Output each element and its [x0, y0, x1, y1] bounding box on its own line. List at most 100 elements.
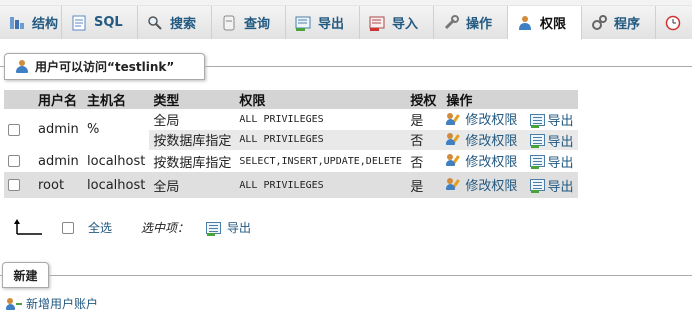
- user-icon: [517, 15, 533, 31]
- table-row: root localhost 全局 ALL PRIVILEGES 是 修改权限 …: [4, 172, 579, 198]
- tab-structure[interactable]: 结构: [0, 6, 62, 39]
- tab-search[interactable]: 搜索: [138, 6, 212, 39]
- tab-routines[interactable]: 程序: [582, 6, 656, 39]
- cell-host: localhost: [83, 150, 150, 172]
- cell-privileges: ALL PRIVILEGES: [235, 172, 407, 198]
- edit-user-icon: [446, 132, 462, 146]
- cell-grant: 是: [406, 109, 443, 130]
- edit-privileges-link[interactable]: 修改权限: [446, 130, 517, 149]
- export-icon: [529, 155, 545, 170]
- row-checkbox[interactable]: [8, 179, 20, 191]
- row-checkbox-cell: [4, 150, 34, 172]
- cell-actions: 修改权限 导出: [442, 172, 579, 198]
- cell-type: 全局: [149, 109, 236, 130]
- cell-user: root: [34, 172, 83, 198]
- export-link[interactable]: 导出: [529, 152, 574, 171]
- section-title: 用户可以访问“testlink”: [35, 60, 175, 74]
- clock-icon: [665, 15, 681, 31]
- cell-actions: 修改权限 导出: [442, 129, 579, 150]
- edit-user-icon: [446, 177, 462, 191]
- add-user-icon: [6, 297, 22, 311]
- add-user-label[interactable]: 新增用户账户: [26, 295, 98, 312]
- sql-icon: [71, 15, 87, 31]
- query-icon: [221, 15, 237, 31]
- cell-type: 按数据库指定: [149, 150, 236, 172]
- tab-label: 导出: [318, 17, 345, 32]
- cell-user: admin: [34, 109, 83, 150]
- row-checkbox[interactable]: [8, 155, 20, 167]
- table-row: admin % 全局 ALL PRIVILEGES 是 修改权限 导出: [4, 109, 579, 150]
- select-all-label[interactable]: 全选: [88, 219, 112, 236]
- tab-label: 查询: [244, 17, 271, 32]
- wrench-icon: [443, 14, 459, 31]
- tab-privileges[interactable]: 权限: [508, 6, 582, 40]
- section-legend: 用户可以访问“testlink”: [4, 53, 205, 80]
- tab-export[interactable]: 导出: [286, 6, 360, 39]
- cell-grant: 否: [406, 129, 443, 150]
- tab-import[interactable]: 导入: [360, 6, 434, 39]
- cell-host: localhost: [83, 172, 150, 198]
- cell-type: 全局: [149, 172, 236, 198]
- header-privileges: 权限: [235, 90, 407, 109]
- select-all-control[interactable]: 全选: [62, 219, 112, 236]
- bulk-export-link[interactable]: 导出: [206, 219, 251, 236]
- header-hostname: 主机名: [83, 90, 150, 109]
- tab-label: 结构: [32, 17, 59, 32]
- header-action: 操作: [442, 90, 579, 109]
- cell-privileges: SELECT,INSERT,UPDATE,DELETE: [235, 150, 407, 172]
- cell-privileges: ALL PRIVILEGES: [235, 129, 407, 150]
- edit-user-icon: [446, 112, 462, 126]
- add-user-link[interactable]: 新增用户账户: [6, 295, 98, 312]
- cell-grant: 否: [406, 150, 443, 172]
- header-grant: 授权: [406, 90, 443, 109]
- tab-events[interactable]: [656, 6, 692, 39]
- select-all-checkbox[interactable]: [62, 221, 74, 234]
- gears-icon: [591, 14, 607, 31]
- export-link[interactable]: 导出: [529, 110, 574, 129]
- select-arrow-icon: [14, 218, 44, 239]
- export-link[interactable]: 导出: [529, 176, 574, 195]
- row-checkbox[interactable]: [8, 123, 20, 136]
- search-icon: [147, 15, 163, 31]
- cell-actions: 修改权限 导出: [442, 150, 579, 172]
- tab-label: 程序: [614, 17, 641, 32]
- tab-operations[interactable]: 操作: [434, 6, 508, 39]
- tab-query[interactable]: 查询: [212, 6, 286, 39]
- edit-privileges-link[interactable]: 修改权限: [446, 175, 517, 194]
- user-icon: [15, 59, 29, 74]
- row-checkbox-cell: [4, 172, 34, 198]
- tab-label: 导入: [392, 17, 419, 32]
- tab-label: 操作: [466, 17, 493, 32]
- cell-host: %: [83, 109, 150, 150]
- tab-sql[interactable]: SQL: [62, 6, 138, 39]
- new-section-legend: 新建: [2, 262, 49, 288]
- bulk-export-label[interactable]: 导出: [227, 219, 251, 236]
- table-row: admin localhost 按数据库指定 SELECT,INSERT,UPD…: [4, 150, 579, 172]
- cell-actions: 修改权限 导出: [442, 109, 579, 130]
- cell-grant: 是: [406, 172, 443, 198]
- cell-privileges: ALL PRIVILEGES: [235, 109, 407, 130]
- edit-privileges-link[interactable]: 修改权限: [446, 151, 517, 170]
- tab-bar: 结构 SQL 搜索 查询 导出 导入 操作 权限 程序: [0, 6, 692, 40]
- header-username: 用户名: [34, 90, 83, 109]
- export-icon: [529, 113, 545, 128]
- export-icon: [295, 15, 311, 31]
- export-link[interactable]: 导出: [529, 131, 574, 150]
- cell-user: admin: [34, 150, 83, 172]
- edit-privileges-link[interactable]: 修改权限: [446, 109, 517, 128]
- edit-user-icon: [446, 153, 462, 167]
- fieldset-border: [0, 275, 692, 276]
- header-type: 类型: [149, 90, 236, 109]
- tab-label: 权限: [540, 17, 567, 32]
- export-icon: [529, 134, 545, 148]
- import-icon: [369, 15, 385, 31]
- export-icon: [206, 221, 221, 236]
- cell-type: 按数据库指定: [149, 129, 236, 150]
- with-selected-label: 选中项：: [141, 221, 190, 235]
- privileges-table: 用户名 主机名 类型 权限 授权 操作 admin % 全局 ALL PRIVI…: [4, 90, 579, 198]
- row-checkbox-cell: [4, 109, 34, 150]
- tab-label: SQL: [94, 15, 123, 30]
- export-icon: [529, 179, 545, 194]
- table-header-row: 用户名 主机名 类型 权限 授权 操作: [4, 90, 579, 109]
- tab-label: 搜索: [170, 17, 197, 32]
